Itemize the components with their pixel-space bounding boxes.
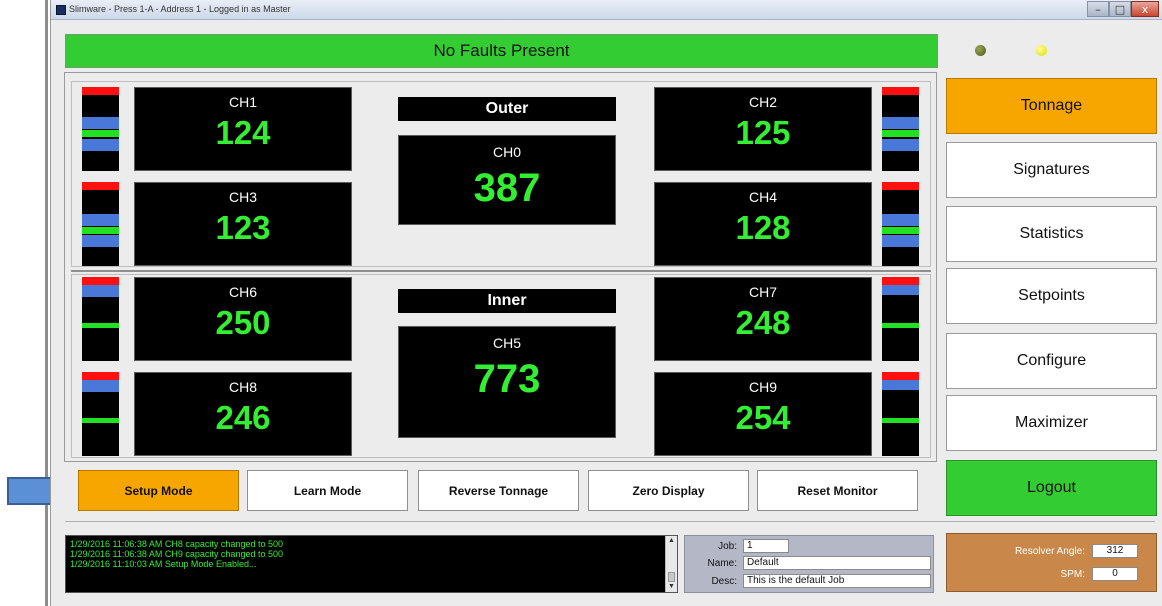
reset-monitor-button[interactable]: Reset Monitor	[757, 470, 918, 511]
log-entry: 1/29/2016 11:06:38 AM CH9 capacity chang…	[70, 549, 283, 559]
channel-value: 246	[215, 399, 271, 436]
level-bar-ch1	[82, 87, 119, 171]
level-bar-ch7	[882, 277, 919, 361]
level-bar-ch6	[82, 277, 119, 361]
channel-label: CH6	[228, 284, 257, 300]
channel-value: 250	[215, 304, 271, 341]
job-number-field[interactable]: 1	[743, 539, 789, 553]
reverse-tonnage-button[interactable]: Reverse Tonnage	[418, 470, 579, 511]
outer-heading: Outer	[398, 97, 616, 121]
logout-button[interactable]: Logout	[946, 460, 1157, 516]
channel-label: CH5	[492, 335, 521, 351]
inner-heading: Inner	[398, 289, 616, 313]
channel-ch1[interactable]: CH1 124	[134, 87, 352, 171]
log-scrollbar[interactable]: ▲ ▼	[665, 536, 677, 592]
setpoints-button[interactable]: Setpoints	[946, 268, 1157, 324]
resolver-angle-label: Resolver Angle:	[1014, 546, 1085, 557]
close-button[interactable]: x	[1131, 1, 1159, 17]
channel-label: CH1	[228, 94, 257, 110]
window-title: Slimware - Press 1-A - Address 1 - Logge…	[69, 4, 291, 14]
tonnage-button[interactable]: Tonnage	[946, 78, 1157, 134]
channel-value: 387	[473, 166, 541, 210]
statistics-button[interactable]: Statistics	[946, 206, 1157, 262]
signatures-button[interactable]: Signatures	[946, 142, 1157, 198]
scroll-thumb[interactable]	[668, 572, 675, 582]
channel-label: CH9	[748, 379, 777, 395]
channel-ch4[interactable]: CH4 128	[654, 182, 872, 266]
log-entry: 1/29/2016 11:10:03 AM Setup Mode Enabled…	[70, 559, 257, 569]
app-icon	[56, 5, 66, 15]
event-log[interactable]: 1/29/2016 11:06:38 AM CH8 capacity chang…	[65, 535, 678, 593]
channel-ch9[interactable]: CH9 254	[654, 372, 872, 456]
zero-display-button[interactable]: Zero Display	[588, 470, 749, 511]
level-bar-ch8	[82, 372, 119, 456]
channel-label: CH4	[748, 189, 777, 205]
fault-status-banner: No Faults Present	[65, 34, 938, 68]
maximizer-button[interactable]: Maximizer	[946, 395, 1157, 451]
channel-ch7[interactable]: CH7 248	[654, 277, 872, 361]
configure-button[interactable]: Configure	[946, 333, 1157, 389]
channel-ch0[interactable]: CH0 387	[398, 135, 616, 225]
log-entry: 1/29/2016 11:06:38 AM CH8 capacity chang…	[70, 539, 283, 549]
spm-label: SPM:	[1060, 569, 1085, 580]
channel-value: 124	[215, 114, 271, 151]
level-bar-ch4	[882, 182, 919, 266]
status-led-olive	[975, 45, 986, 56]
desc-label: Desc:	[711, 576, 737, 587]
spm-field: 0	[1092, 567, 1138, 581]
title-bar: Slimware - Press 1-A - Address 1 - Logge…	[51, 0, 1162, 20]
learn-mode-button[interactable]: Learn Mode	[247, 470, 408, 511]
job-panel: Job: 1 Name: Default Desc: This is the d…	[684, 535, 934, 593]
channel-label: CH3	[228, 189, 257, 205]
resolver-angle-field: 312	[1092, 544, 1138, 558]
job-desc-field[interactable]: This is the default Job	[743, 574, 931, 588]
level-bar-ch3	[82, 182, 119, 266]
resolver-panel: Resolver Angle: 312 SPM: 0	[946, 533, 1157, 592]
channel-ch6[interactable]: CH6 250	[134, 277, 352, 361]
channel-value: 128	[735, 209, 791, 246]
channel-label: CH8	[228, 379, 257, 395]
channel-ch3[interactable]: CH3 123	[134, 182, 352, 266]
scroll-down-icon[interactable]: ▼	[666, 582, 677, 592]
channel-value: 254	[735, 399, 791, 436]
channel-value: 773	[473, 357, 541, 401]
name-label: Name:	[707, 558, 737, 569]
section-divider	[71, 270, 931, 272]
job-label: Job:	[718, 541, 737, 552]
channel-ch2[interactable]: CH2 125	[654, 87, 872, 171]
channel-ch5[interactable]: CH5 773	[398, 326, 616, 438]
channel-value: 248	[735, 304, 791, 341]
channel-value: 123	[215, 209, 271, 246]
bottom-separator	[65, 521, 1155, 522]
setup-mode-button[interactable]: Setup Mode	[78, 470, 239, 511]
channel-ch8[interactable]: CH8 246	[134, 372, 352, 456]
window-controls: – □ x	[1087, 1, 1159, 17]
channel-label: CH2	[748, 94, 777, 110]
channel-label: CH0	[492, 144, 521, 160]
job-name-field[interactable]: Default	[743, 556, 931, 570]
minimize-button[interactable]: –	[1087, 1, 1109, 17]
scroll-up-icon[interactable]: ▲	[666, 536, 677, 546]
level-bar-ch9	[882, 372, 919, 456]
channel-value: 125	[735, 114, 791, 151]
maximize-button[interactable]: □	[1109, 1, 1131, 17]
channel-label: CH7	[748, 284, 777, 300]
level-bar-ch2	[882, 87, 919, 171]
status-led-yellow	[1036, 45, 1047, 56]
